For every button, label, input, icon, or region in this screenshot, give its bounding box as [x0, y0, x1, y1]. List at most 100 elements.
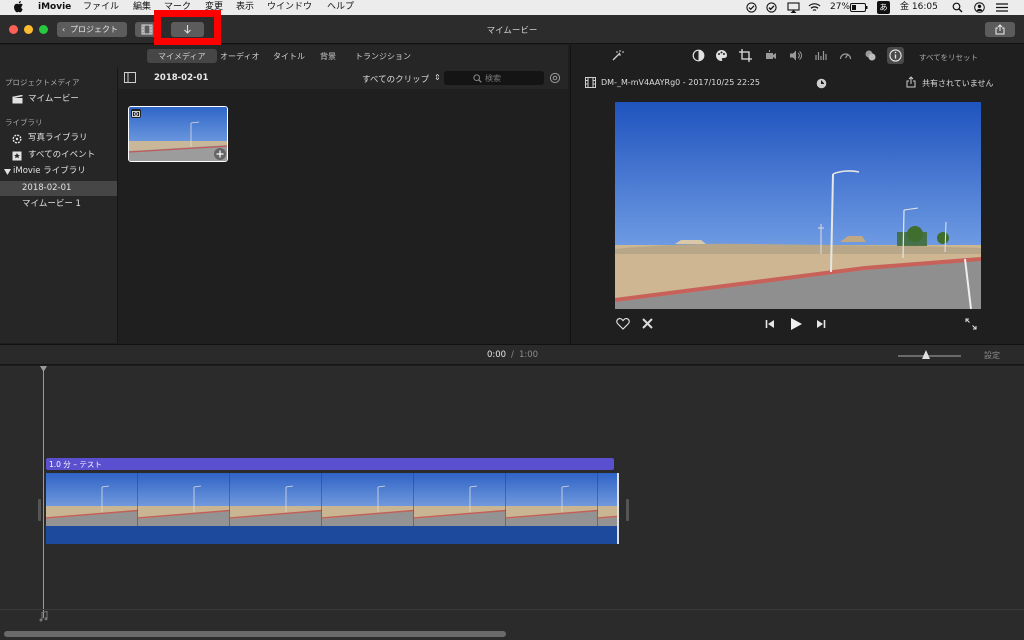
time-separator: / [511, 350, 514, 360]
video-preview[interactable] [615, 102, 981, 309]
notification-center-icon[interactable] [996, 3, 1008, 12]
minimize-window-button[interactable] [24, 25, 33, 34]
menu-help[interactable]: ヘルプ [327, 1, 354, 14]
user-icon[interactable] [974, 2, 985, 13]
search-field[interactable]: 検索 [444, 71, 544, 85]
apple-icon[interactable] [14, 0, 24, 13]
chevron-updown-icon[interactable]: ⇕ [434, 73, 441, 82]
play-icon[interactable] [789, 317, 803, 331]
sidebar-item-photos-library[interactable]: 写真ライブラリ [0, 131, 117, 146]
back-to-projects-label: プロジェクト [70, 25, 118, 34]
wifi-icon[interactable] [808, 2, 821, 13]
import-icon [183, 24, 192, 35]
speedometer-icon[interactable] [839, 49, 852, 62]
search-icon [473, 74, 482, 83]
skip-forward-icon[interactable] [816, 319, 826, 329]
checkmark-circle-icon[interactable] [766, 2, 777, 13]
menu-app-name[interactable]: iMovie [38, 1, 71, 14]
chevron-left-icon: ‹ [62, 25, 66, 34]
playhead-handle[interactable] [40, 366, 47, 372]
spotlight-search-icon[interactable] [952, 2, 963, 13]
reject-icon[interactable] [641, 317, 654, 330]
filter-icon[interactable] [864, 49, 877, 62]
video-clip[interactable] [46, 473, 619, 544]
reset-all-button[interactable]: すべてをリセット [919, 52, 978, 63]
camera-icon [131, 109, 141, 118]
tab-titles[interactable]: タイトル [273, 51, 305, 62]
sidebar-item-label: マイムービー [28, 94, 79, 104]
zoom-window-button[interactable] [39, 25, 48, 34]
clip-filter-dropdown[interactable]: すべてのクリップ [362, 73, 429, 85]
fullscreen-icon[interactable] [965, 318, 977, 330]
sidebar-item-label: 2018-02-01 [22, 183, 72, 193]
info-icon [889, 49, 902, 62]
sidebar-item-event-2018-02-01[interactable]: 2018-02-01 [0, 181, 117, 196]
menu-clock[interactable]: 金 16:05 [900, 1, 938, 14]
info-button[interactable] [887, 47, 904, 64]
sidebar-item-movie-1[interactable]: マイムービー 1 [0, 197, 117, 212]
title-clip[interactable]: 1.0 分 – テスト [46, 458, 614, 470]
tab-backgrounds[interactable]: 背景 [320, 51, 336, 62]
airplay-icon[interactable] [787, 2, 800, 13]
share-icon[interactable] [906, 76, 916, 88]
viewer-panel: すべてをリセット DM-_M-mV4AAYRg0 - 2017/10/25 22… [570, 45, 1024, 343]
share-icon [995, 24, 1005, 35]
skip-back-icon[interactable] [765, 319, 775, 329]
current-time: 0:00 [487, 350, 507, 360]
checkmark-circle-icon[interactable] [746, 2, 757, 13]
menu-file[interactable]: ファイル [83, 1, 119, 14]
menu-view[interactable]: 表示 [236, 1, 254, 14]
close-window-button[interactable] [9, 25, 18, 34]
project-media-heading: プロジェクトメディア [5, 78, 80, 87]
clip-trim-handle-right[interactable] [626, 499, 629, 521]
back-to-projects-button[interactable]: ‹ プロジェクト [57, 22, 127, 37]
timeline-settings-button[interactable]: 設定 [984, 350, 1000, 361]
magic-wand-icon[interactable] [611, 49, 624, 62]
sidebar-item-label: すべてのイベント [28, 150, 96, 160]
import-media-button[interactable] [171, 22, 204, 37]
color-balance-icon[interactable] [692, 49, 705, 62]
clip-thumbnail[interactable] [128, 106, 228, 162]
photos-flower-icon [12, 134, 22, 144]
input-method-indicator[interactable]: あ [877, 1, 890, 14]
clock-icon[interactable] [816, 78, 827, 89]
sidebar-item-label: 写真ライブラリ [28, 133, 88, 143]
battery-icon[interactable] [850, 3, 868, 12]
disclosure-triangle-icon[interactable] [4, 169, 11, 175]
timeline-horizontal-scrollbar[interactable] [4, 631, 506, 637]
menu-edit[interactable]: 編集 [133, 1, 151, 14]
tab-audio[interactable]: オーディオ [220, 51, 259, 62]
toggle-sidebar-icon[interactable] [124, 72, 136, 83]
star-box-icon [12, 151, 22, 161]
library-sidebar: プロジェクトメディア マイムービー ライブラリ 写真ライブラリ すべてのイベント… [0, 67, 118, 343]
browser-header: 2018-02-01 すべてのクリップ ⇕ 検索 [118, 67, 568, 89]
zoom-slider-knob[interactable] [922, 350, 931, 359]
sidebar-item-project[interactable]: マイムービー [0, 92, 117, 107]
media-tabs: マイメディア オーディオ タイトル 背景 トランジション [0, 45, 568, 67]
menu-window[interactable]: ウインドウ [267, 1, 312, 14]
battery-percent: 27% [830, 2, 851, 12]
color-palette-icon[interactable] [715, 49, 728, 62]
crop-icon[interactable] [739, 49, 752, 62]
tab-my-media[interactable]: マイメディア [158, 51, 205, 62]
playhead[interactable] [43, 368, 44, 618]
sidebar-item-all-events[interactable]: すべてのイベント [0, 148, 117, 163]
media-browser [118, 89, 568, 343]
share-button[interactable] [985, 22, 1015, 37]
clip-name: DM-_M-mV4AAYRg0 - 2017/10/25 22:25 [601, 78, 760, 87]
plus-icon[interactable] [214, 148, 226, 160]
clapper-icon [12, 95, 23, 104]
volume-icon[interactable] [789, 49, 802, 62]
tab-transitions[interactable]: トランジション [355, 51, 411, 62]
video-preview-image [615, 102, 981, 309]
search-placeholder: 検索 [485, 74, 501, 83]
video-clip-filmstrip [46, 473, 617, 526]
sidebar-item-imovie-library[interactable]: iMovie ライブラリ [0, 164, 117, 179]
heart-icon[interactable] [616, 317, 630, 330]
equalizer-icon[interactable] [814, 49, 827, 62]
gear-icon[interactable] [549, 72, 561, 84]
timeline-header: 0:00 / 1:00 設定 [0, 344, 1024, 365]
clip-trim-handle-left[interactable] [38, 499, 41, 521]
stabilization-camera-icon[interactable] [764, 49, 777, 62]
total-time: 1:00 [519, 350, 539, 360]
